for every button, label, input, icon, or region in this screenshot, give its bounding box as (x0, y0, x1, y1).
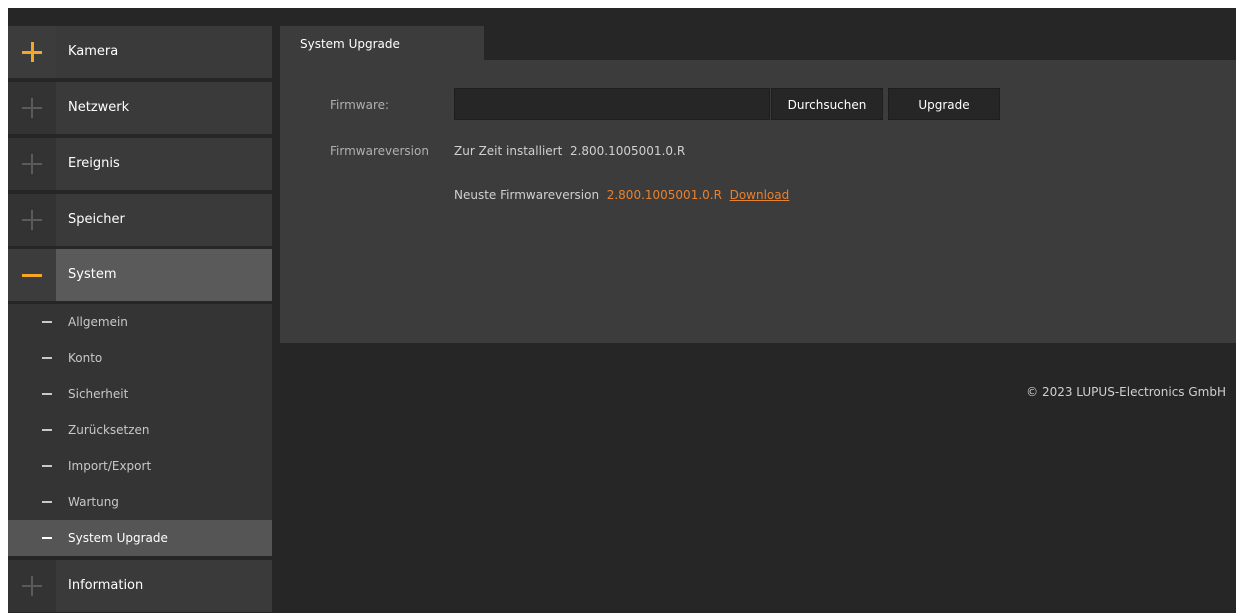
dash-icon (42, 357, 52, 359)
dash-icon (42, 501, 52, 503)
copyright-text: © 2023 LUPUS-Electronics GmbH (1026, 385, 1226, 399)
sidebar: Kamera Netzwerk Ereignis Speicher System… (8, 8, 280, 613)
sidebar-item-label: Information (68, 578, 144, 593)
sidebar-item-ereignis[interactable]: Ereignis (8, 138, 272, 190)
sidebar-item-label: Ereignis (68, 156, 120, 171)
sidebar-item-label: Speicher (68, 212, 125, 227)
newest-version: 2.800.1005001.0.R (606, 188, 722, 202)
download-link[interactable]: Download (730, 188, 790, 202)
sidebar-item-system[interactable]: System (8, 249, 272, 301)
submenu-item-allgemein[interactable]: Allgemein (8, 304, 272, 340)
sidebar-item-kamera[interactable]: Kamera (8, 26, 272, 78)
dash-icon (42, 465, 52, 467)
submenu-item-wartung[interactable]: Wartung (8, 484, 272, 520)
firmware-file-field[interactable] (454, 88, 770, 120)
submenu-item-label: Konto (68, 351, 103, 365)
sidebar-item-label: Kamera (68, 44, 119, 59)
installed-prefix: Zur Zeit installiert (454, 144, 563, 158)
newest-version-text: Neuste Firmwareversion 2.800.1005001.0.R… (454, 188, 789, 202)
firmware-version-label: Firmwareversion (330, 144, 429, 158)
sidebar-item-speicher[interactable]: Speicher (8, 194, 272, 246)
submenu-item-label: Import/Export (68, 459, 152, 473)
submenu-item-sicherheit[interactable]: Sicherheit (8, 376, 272, 412)
system-submenu: Allgemein Konto Sicherheit Zurücksetzen … (8, 304, 272, 556)
upgrade-button[interactable]: Upgrade (888, 88, 1000, 120)
submenu-item-label: Wartung (68, 495, 119, 509)
sidebar-item-label: System (68, 267, 117, 282)
tab-bar: System Upgrade (280, 26, 1236, 62)
submenu-item-konto[interactable]: Konto (8, 340, 272, 376)
plus-icon (22, 576, 42, 596)
tab-system-upgrade[interactable]: System Upgrade (280, 26, 484, 62)
sidebar-item-information[interactable]: Information (8, 560, 272, 612)
dash-icon (42, 393, 52, 395)
submenu-item-label: Sicherheit (68, 387, 129, 401)
submenu-item-system-upgrade[interactable]: System Upgrade (8, 520, 272, 556)
submenu-item-import-export[interactable]: Import/Export (8, 448, 272, 484)
plus-icon (22, 98, 42, 118)
submenu-item-label: Allgemein (68, 315, 128, 329)
installed-version: 2.800.1005001.0.R (569, 144, 686, 158)
submenu-item-label: Zurücksetzen (68, 423, 150, 437)
firmware-label: Firmware: (330, 98, 390, 112)
browse-button[interactable]: Durchsuchen (771, 88, 883, 120)
upgrade-panel: Firmware: Durchsuchen Upgrade Firmwareve… (280, 60, 1236, 343)
dash-icon (42, 321, 52, 323)
minus-icon (22, 265, 42, 285)
dash-icon (42, 429, 52, 431)
sidebar-item-netzwerk[interactable]: Netzwerk (8, 82, 272, 134)
submenu-item-zuruecksetzen[interactable]: Zurücksetzen (8, 412, 272, 448)
dash-icon (42, 537, 52, 539)
plus-icon (22, 210, 42, 230)
plus-icon (22, 42, 42, 62)
plus-icon (22, 154, 42, 174)
newest-prefix: Neuste Firmwareversion (454, 188, 600, 202)
submenu-item-label: System Upgrade (68, 531, 168, 545)
installed-version-text: Zur Zeit installiert 2.800.1005001.0.R (454, 144, 685, 158)
app-frame: Kamera Netzwerk Ereignis Speicher System… (8, 8, 1236, 613)
sidebar-item-label: Netzwerk (68, 100, 130, 115)
